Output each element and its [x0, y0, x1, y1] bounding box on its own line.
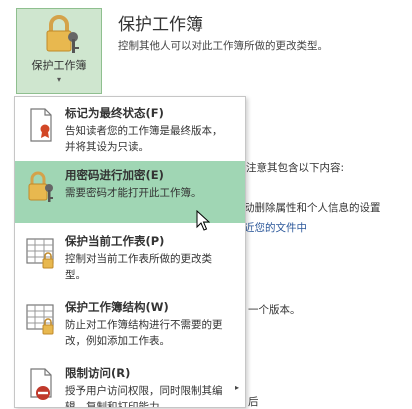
page-title: 保护工作簿 [118, 15, 203, 35]
chevron-down-icon: ▾ [56, 75, 61, 84]
restrict-access-icon [30, 368, 52, 400]
menu-item-description: 防止对工作簿结构进行不需要的更改，例如添加工作表。 [65, 319, 223, 347]
menu-item-title: 限制访问(R) [65, 366, 131, 380]
menu-item-description: 告知读者您的工作簿是最终版本，并将其设为只读。 [65, 125, 223, 153]
menu-item-description: 需要密码才能打开此工作簿。 [65, 187, 202, 199]
lock-key-icon [28, 171, 53, 202]
protect-workbook-button[interactable]: 保护工作簿 ▾ [16, 8, 102, 94]
submenu-arrow-icon: ▸ [234, 383, 239, 392]
menu-item-description: 控制对当前工作表所做的更改类型。 [65, 253, 212, 281]
menu-item-encrypt-with-password[interactable]: 用密码进行加密(E) 需要密码才能打开此工作簿。 [15, 161, 245, 223]
menu-item-mark-as-final[interactable]: 标记为最终状态(F) 告知读者您的工作簿是最终版本，并将其设为只读。 [15, 99, 245, 161]
background-text-1: 注意其包含以下内容: [246, 162, 345, 174]
menu-item-restrict-access[interactable]: 限制访问(R) 授予用户访问权限，同时限制其编辑、复制和打印能力。 ▸ [15, 359, 245, 408]
menu-item-description: 授予用户访问权限，同时限制其编辑、复制和打印能力。 [65, 385, 223, 408]
background-link[interactable]: 近您的文件中 [244, 220, 307, 235]
menu-item-title: 保护工作簿结构(W) [65, 300, 169, 314]
protect-workbook-menu: 标记为最终状态(F) 告知读者您的工作簿是最终版本，并将其设为只读。 用密码进行… [14, 96, 246, 408]
menu-item-title: 保护当前工作表(P) [65, 234, 165, 248]
menu-item-protect-current-sheet[interactable]: 保护当前工作表(P) 控制对当前工作表所做的更改类型。 [15, 227, 245, 289]
background-text-3: 一个版本。 [248, 304, 301, 316]
menu-item-title: 标记为最终状态(F) [65, 106, 164, 120]
menu-item-protect-workbook-structure[interactable]: 保护工作簿结构(W) 防止对工作簿结构进行不需要的更改，例如添加工作表。 [15, 293, 245, 355]
protect-workbook-label: 保护工作簿 [31, 59, 87, 72]
menu-item-title: 用密码进行加密(E) [65, 168, 164, 182]
lock-key-icon [46, 15, 79, 53]
section-description: 控制其他人可以对此工作簿所做的更改类型。 [118, 40, 328, 52]
mouse-cursor-icon [196, 210, 210, 231]
protect-sheet-icon [26, 238, 54, 269]
background-text-2: 动删除属性和个人信息的设置 [244, 202, 381, 214]
background-text-4: 后 [248, 396, 259, 408]
final-document-icon [30, 108, 52, 142]
protect-structure-icon [26, 304, 54, 335]
